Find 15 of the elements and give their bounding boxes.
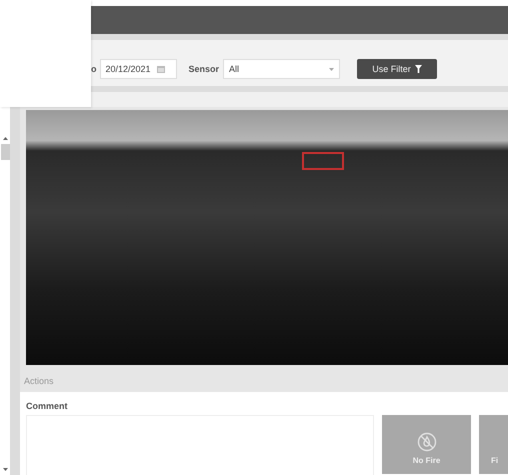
no-fire-icon	[416, 432, 436, 452]
scroll-up-icon	[2, 137, 8, 140]
sensor-label: Sensor	[188, 64, 220, 74]
date-label: o	[91, 64, 96, 74]
date-field[interactable]: 20/12/2021	[100, 59, 176, 79]
calendar-icon	[156, 65, 165, 73]
comment-label: Comment	[26, 401, 69, 411]
scroll-down-icon	[2, 468, 8, 471]
sensor-select[interactable]: All	[223, 59, 340, 79]
caret-icon	[329, 68, 334, 70]
use-filter-button[interactable]: Use Filter	[357, 59, 438, 79]
scrollbar-thumb[interactable]	[0, 144, 10, 160]
filter-icon	[414, 65, 422, 73]
actions-header: Actions	[20, 370, 508, 392]
detection-box	[302, 152, 344, 170]
